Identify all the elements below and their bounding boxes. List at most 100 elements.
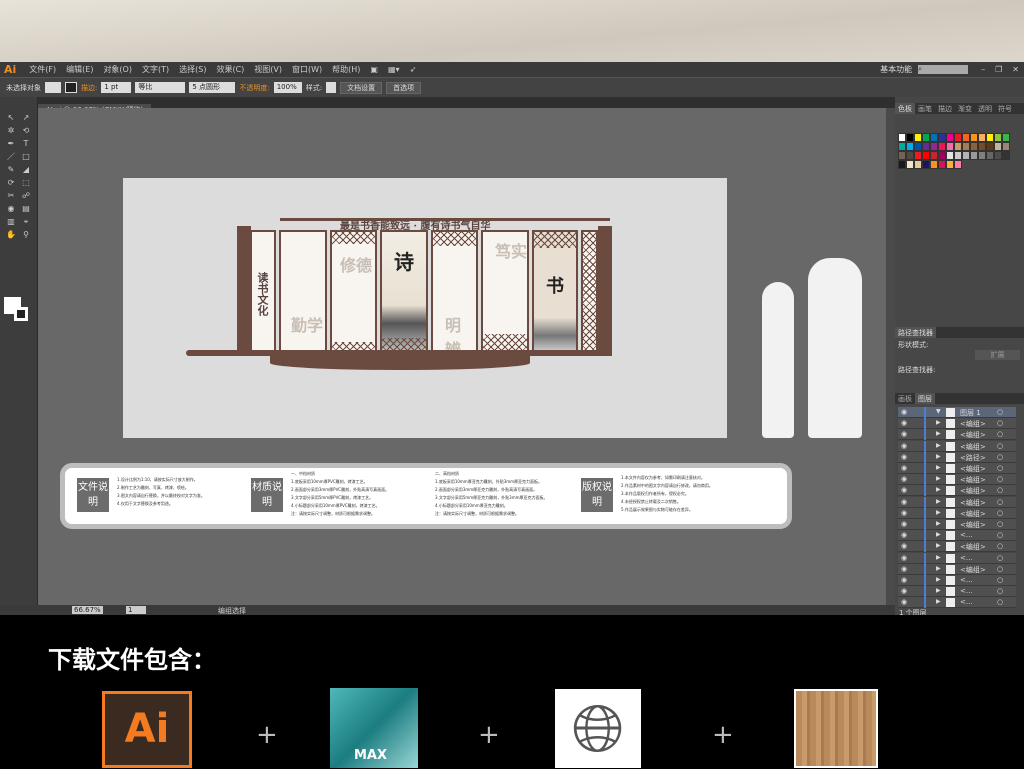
target-icon[interactable]: ○: [997, 565, 1003, 573]
swatch[interactable]: [922, 133, 930, 142]
menu-window[interactable]: 窗口(W): [287, 64, 327, 75]
tab-symbols[interactable]: 符号: [995, 103, 1015, 114]
expand-icon[interactable]: ▶: [936, 442, 941, 449]
menu-help[interactable]: 帮助(H): [327, 64, 365, 75]
target-icon[interactable]: ○: [997, 509, 1003, 517]
swatch[interactable]: [938, 133, 946, 142]
layer-row[interactable]: ◉ ▶ <编组> ○: [898, 519, 1016, 530]
tool-icon[interactable]: ▥: [6, 217, 16, 226]
tool-icon[interactable]: ✎: [6, 165, 16, 174]
expand-icon[interactable]: ▶: [936, 531, 941, 538]
tab-stroke[interactable]: 描边: [935, 103, 955, 114]
workspace-switcher[interactable]: 基本功能: [880, 64, 918, 75]
tool-icon[interactable]: ↗: [21, 113, 31, 122]
tool-icon[interactable]: ⌖: [21, 217, 31, 226]
tool-icon[interactable]: ⟳: [6, 178, 16, 187]
layer-row[interactable]: ◉ ▶ <... ○: [898, 552, 1016, 564]
expand-icon[interactable]: ▶: [936, 587, 941, 594]
layer-row[interactable]: ◉ ▶ <编组> ○: [898, 563, 1016, 575]
swatch[interactable]: [986, 133, 994, 142]
stroke-weight-input[interactable]: 1 pt: [101, 82, 132, 93]
swatch[interactable]: [986, 151, 994, 160]
tool-icon[interactable]: ↖: [6, 113, 16, 122]
tool-icon[interactable]: ⬚: [21, 178, 31, 187]
layer-row[interactable]: ◉ ▶ <... ○: [898, 597, 1016, 609]
eye-icon[interactable]: ◉: [901, 598, 907, 606]
swatch[interactable]: [914, 151, 922, 160]
expand-icon[interactable]: ▶: [936, 576, 941, 583]
eye-icon[interactable]: ◉: [901, 587, 907, 595]
menu-edit[interactable]: 编辑(E): [61, 64, 98, 75]
eye-icon[interactable]: ◉: [901, 453, 907, 461]
eye-icon[interactable]: ◉: [901, 442, 907, 450]
eye-icon[interactable]: ◉: [901, 542, 907, 550]
expand-icon[interactable]: ▶: [936, 486, 941, 493]
swatch[interactable]: [930, 151, 938, 160]
target-icon[interactable]: ○: [997, 587, 1003, 595]
swatch[interactable]: [906, 160, 914, 169]
menu-view[interactable]: 视图(V): [249, 64, 287, 75]
target-icon[interactable]: ○: [997, 430, 1003, 438]
tab-transparency[interactable]: 透明: [975, 103, 995, 114]
swatch[interactable]: [994, 142, 1002, 151]
swatch[interactable]: [986, 142, 994, 151]
swatch[interactable]: [922, 160, 930, 169]
expand-icon[interactable]: ▶: [936, 509, 941, 516]
swatch[interactable]: [906, 142, 914, 151]
swatch[interactable]: [962, 133, 970, 142]
swatch[interactable]: [914, 133, 922, 142]
swatch[interactable]: [914, 160, 922, 169]
document-setup-button[interactable]: 文档设置: [340, 81, 383, 94]
tab-artboards[interactable]: 画板: [895, 393, 915, 404]
target-icon[interactable]: ○: [997, 598, 1003, 606]
target-icon[interactable]: ○: [997, 453, 1003, 461]
target-icon[interactable]: ○: [997, 520, 1003, 528]
swatch[interactable]: [930, 160, 938, 169]
arrange-icon[interactable]: ▦▾: [383, 65, 405, 74]
expand-icon[interactable]: ▶: [936, 430, 941, 437]
eye-icon[interactable]: ◉: [901, 408, 907, 416]
swatch[interactable]: [922, 142, 930, 151]
layer-row[interactable]: ◉ ▶ <编组> ○: [898, 496, 1016, 508]
swatch[interactable]: [930, 133, 938, 142]
rocket-icon[interactable]: ➶: [405, 65, 422, 74]
bridge-icon[interactable]: ▣: [365, 65, 383, 74]
tool-icon[interactable]: ✋: [6, 230, 16, 239]
target-icon[interactable]: ○: [997, 442, 1003, 450]
expand-icon[interactable]: ▶: [936, 542, 941, 549]
tool-icon[interactable]: ◢: [21, 165, 31, 174]
stroke-color-icon[interactable]: [14, 307, 28, 321]
swatch[interactable]: [994, 133, 1002, 142]
swatch[interactable]: [954, 133, 962, 142]
menu-file[interactable]: 文件(F): [24, 64, 61, 75]
expand-icon[interactable]: ▼: [936, 408, 941, 415]
layer-row[interactable]: ◉ ▶ <... ○: [898, 530, 1016, 542]
layer-row[interactable]: ◉ ▶ <编组> ○: [898, 463, 1016, 474]
swatch[interactable]: [954, 160, 962, 169]
minimize-button[interactable]: –: [976, 65, 990, 74]
eye-icon[interactable]: ◉: [901, 464, 907, 472]
eye-icon[interactable]: ◉: [901, 531, 907, 539]
tab-pathfinder[interactable]: 路径查找器: [895, 327, 936, 338]
search-input[interactable]: ⌕: [918, 65, 969, 74]
menu-select[interactable]: 选择(S): [174, 64, 211, 75]
tool-icon[interactable]: ☍: [21, 191, 31, 200]
swatch[interactable]: [970, 133, 978, 142]
tool-icon[interactable]: ▤: [21, 204, 31, 213]
vertical-scrollbar[interactable]: [886, 108, 895, 605]
expand-icon[interactable]: ▶: [936, 498, 941, 505]
swatch[interactable]: [922, 151, 930, 160]
swatch[interactable]: [978, 142, 986, 151]
swatch[interactable]: [1002, 133, 1010, 142]
layer-row[interactable]: ◉ ▼ 图层 1 ○: [898, 407, 1016, 418]
layer-row[interactable]: ◉ ▶ <编组> ○: [898, 418, 1016, 430]
swatch[interactable]: [962, 142, 970, 151]
swatch[interactable]: [938, 151, 946, 160]
layer-row[interactable]: ◉ ▶ <编组> ○: [898, 485, 1016, 497]
swatch[interactable]: [938, 160, 946, 169]
expand-icon[interactable]: ▶: [936, 464, 941, 471]
layer-row[interactable]: ◉ ▶ <路径> ○: [898, 451, 1016, 463]
close-button[interactable]: ✕: [1007, 65, 1024, 74]
swatch[interactable]: [914, 142, 922, 151]
target-icon[interactable]: ○: [997, 498, 1003, 506]
